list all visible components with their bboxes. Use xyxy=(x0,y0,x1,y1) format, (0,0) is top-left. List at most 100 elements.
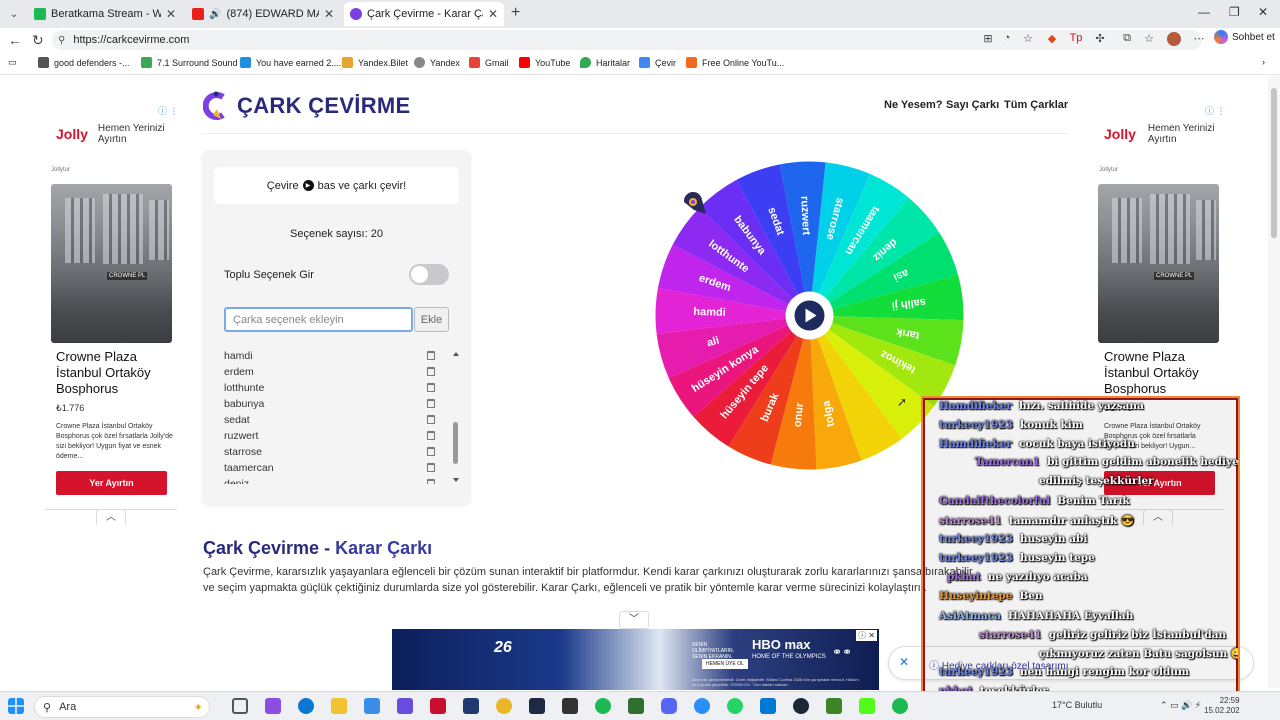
trash-icon[interactable] xyxy=(427,399,435,408)
start-icon[interactable] xyxy=(8,698,24,714)
kick-app-icon[interactable] xyxy=(859,698,875,714)
chat-username[interactable]: Hamdifieker xyxy=(939,438,1012,450)
minimize-icon[interactable]: — xyxy=(1198,5,1210,19)
bookmarks-more-icon[interactable]: › xyxy=(1262,57,1265,67)
chat-username[interactable]: Gandalfthecolorful xyxy=(939,495,1050,507)
close-icon[interactable]: ✕ xyxy=(166,7,176,21)
favorites-icon[interactable]: ☆ xyxy=(1142,32,1156,46)
bookmark-item[interactable]: Yandex.Bilet xyxy=(342,57,408,68)
scrollbar-thumb[interactable] xyxy=(1271,88,1277,238)
new-tab-icon[interactable]: + xyxy=(511,4,520,22)
scroll-down-chevron-icon[interactable]: ﹀ xyxy=(619,611,649,629)
ad-info-icon[interactable]: ⓘ ⋮ xyxy=(1205,104,1226,117)
tab-youtube[interactable]: 🔊 (874) EDWARD MAYA & VIKA ✕ xyxy=(186,2,340,26)
trash-icon[interactable] xyxy=(427,431,435,440)
chat-username[interactable]: turkeey1923 xyxy=(939,666,1013,678)
zoom-icon[interactable] xyxy=(694,698,710,714)
spotify-icon[interactable] xyxy=(892,698,908,714)
bookmark-item[interactable]: Çevir xyxy=(639,57,676,68)
trash-icon[interactable] xyxy=(427,415,435,424)
app-icon[interactable] xyxy=(463,698,479,714)
chat-username[interactable]: Hamdifieker xyxy=(939,400,1012,412)
bookmark-item[interactable]: Haritalar xyxy=(580,57,630,68)
trash-icon[interactable] xyxy=(427,479,435,484)
hotel-image[interactable]: CROWNE PL xyxy=(1098,184,1219,343)
hotel-image[interactable]: CROWNE PL xyxy=(51,184,172,343)
right-ad[interactable]: Jolly Hemen Yerinizi Ayırtın xyxy=(1104,123,1244,145)
scroll-down-icon[interactable] xyxy=(453,478,459,482)
extension-fox-icon[interactable]: ◆ xyxy=(1045,32,1059,46)
hotel-name[interactable]: Crowne Plaza İstanbul Ortaköy Bosphorus xyxy=(56,349,176,397)
clock[interactable]: 22:59 15.02.202 xyxy=(1204,696,1240,716)
reload-icon[interactable]: ↻ xyxy=(32,32,44,49)
copilot-app-icon[interactable] xyxy=(265,698,281,714)
tab-beratkama[interactable]: Beratkama Stream - Watch Live on ✕ xyxy=(28,2,182,26)
trash-icon[interactable] xyxy=(427,447,435,456)
chat-username[interactable]: starrose41 xyxy=(979,629,1042,641)
bookmarks-folder-icon[interactable]: ▭ xyxy=(8,57,17,68)
back-icon[interactable]: ← xyxy=(8,32,22,48)
chat-username[interactable]: AsiAtmaca xyxy=(939,610,1001,622)
vegas-icon[interactable] xyxy=(529,698,545,714)
file-explorer-icon[interactable] xyxy=(331,698,347,714)
chat-username[interactable]: turkeey1923 xyxy=(939,533,1013,545)
collapse-ad-icon[interactable]: ︿ xyxy=(96,509,126,525)
trash-icon[interactable] xyxy=(427,367,435,376)
extensions-icon[interactable]: ✣ xyxy=(1093,32,1107,46)
store-icon[interactable] xyxy=(364,698,380,714)
site-info-icon[interactable]: ⚲ xyxy=(58,35,65,46)
chat-username[interactable]: pkhat xyxy=(947,571,981,583)
app-available-icon[interactable]: ⊞ xyxy=(981,32,995,46)
tab-menu-chevron-icon[interactable]: ⌄ xyxy=(4,4,24,24)
weather-widget[interactable]: 17°C Bulutlu xyxy=(1052,700,1102,710)
profile-avatar[interactable] xyxy=(1167,32,1181,46)
close-window-icon[interactable]: ✕ xyxy=(1258,5,1268,19)
spotify-icon[interactable] xyxy=(595,698,611,714)
page-scrollbar[interactable] xyxy=(1268,76,1280,688)
app-icon[interactable] xyxy=(628,698,644,714)
trash-icon[interactable] xyxy=(427,463,435,472)
nav-tum-carklar[interactable]: Tüm Çarklar xyxy=(1004,99,1068,111)
close-icon[interactable]: ✕ xyxy=(324,7,334,21)
options-scrollbar[interactable] xyxy=(453,352,459,482)
more-menu-icon[interactable]: ⋯ xyxy=(1192,32,1206,46)
taskbar-search[interactable]: ⚲ Ara ✦ xyxy=(34,696,210,718)
reader-icon[interactable]: ◔ xyxy=(1000,32,1014,46)
chat-username[interactable]: turkeey1923 xyxy=(939,552,1013,564)
nav-ne-yesem[interactable]: Ne Yesem? xyxy=(884,99,943,111)
outlook-icon[interactable] xyxy=(760,698,776,714)
scrollbar-thumb[interactable] xyxy=(453,422,458,464)
chat-username[interactable]: starrose41 xyxy=(939,515,1002,527)
bulk-entry-toggle[interactable] xyxy=(409,264,449,285)
trash-icon[interactable] xyxy=(427,383,435,392)
left-ad[interactable]: Jolly Hemen Yerinizi Ayırtın xyxy=(56,123,196,145)
chrome-icon[interactable] xyxy=(496,698,512,714)
tab-carkcevirme[interactable]: Çark Çevirme - Karar Çarkı! ✕ xyxy=(344,2,504,26)
speaker-icon[interactable]: 🔊 xyxy=(209,9,221,20)
nav-sayi-carki[interactable]: Sayı Çarkı xyxy=(946,99,999,111)
close-ad-icon[interactable]: ⓘ ✕ xyxy=(856,630,877,641)
app-icon[interactable] xyxy=(430,698,446,714)
bookmark-item[interactable]: Free Online YouTu... xyxy=(686,57,784,68)
chat-username[interactable]: Tamercan1 xyxy=(975,456,1040,468)
discord-icon[interactable] xyxy=(661,698,677,714)
maximize-icon[interactable]: ❐ xyxy=(1229,5,1240,19)
chat-username[interactable]: turkeey1923 xyxy=(939,419,1013,431)
hotel-name[interactable]: Crowne Plaza İstanbul Ortaköy Bosphorus xyxy=(1104,349,1219,397)
bookmark-item[interactable]: YouTube xyxy=(519,57,570,68)
scroll-up-icon[interactable] xyxy=(453,352,459,356)
chat-username[interactable]: Huseyintepe xyxy=(939,590,1012,602)
whatsapp-icon[interactable] xyxy=(727,698,743,714)
system-tray-icons[interactable]: ⌃ ▭ 🔊 ⚡ xyxy=(1160,700,1201,711)
bookmark-item[interactable]: Gmail xyxy=(469,57,509,68)
copilot-button[interactable]: Sohbet et xyxy=(1214,30,1275,44)
favorite-star-icon[interactable]: ☆ xyxy=(1021,32,1035,46)
extension-tp-icon[interactable]: Tp xyxy=(1069,32,1083,46)
close-icon[interactable]: ✕ xyxy=(899,655,909,669)
book-button[interactable]: Yer Ayırtın xyxy=(56,471,167,495)
close-icon[interactable]: ✕ xyxy=(488,7,498,21)
trash-icon[interactable] xyxy=(427,351,435,360)
steam-icon[interactable] xyxy=(793,698,809,714)
minecraft-icon[interactable] xyxy=(826,698,842,714)
app-icon[interactable] xyxy=(562,698,578,714)
